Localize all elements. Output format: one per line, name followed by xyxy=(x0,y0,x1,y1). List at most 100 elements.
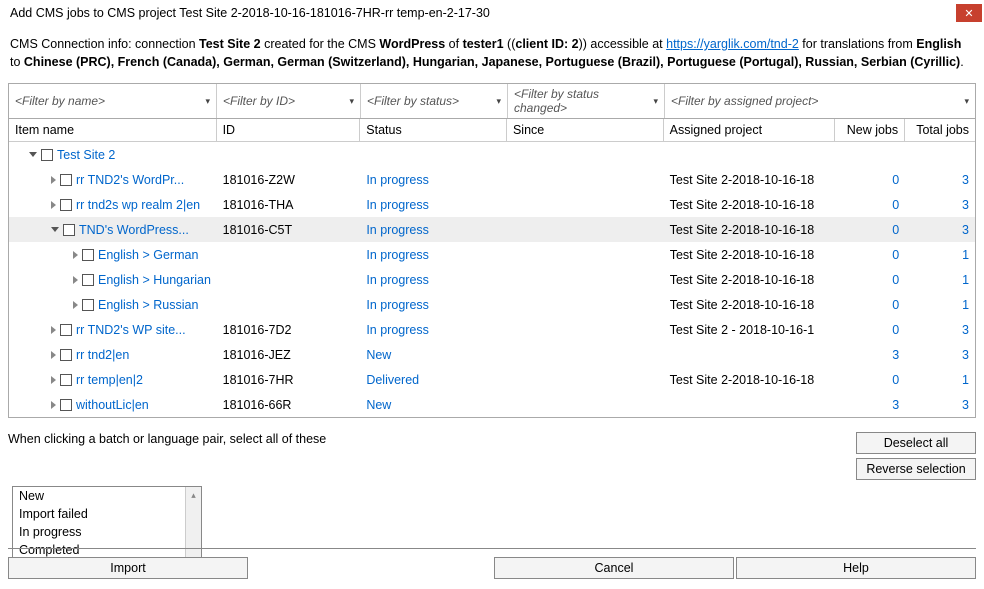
item-newjobs: 0 xyxy=(835,223,905,237)
table-row[interactable]: English > GermanIn progressTest Site 2-2… xyxy=(9,242,975,267)
item-newjobs: 0 xyxy=(835,273,905,287)
help-button[interactable]: Help xyxy=(736,557,976,579)
table-row[interactable]: rr TND2's WordPr...181016-Z2WIn progress… xyxy=(9,167,975,192)
item-project: Test Site 2 - 2018-10-16-1 xyxy=(664,323,836,337)
conn-t: )) accessible at xyxy=(579,37,667,51)
expand-icon[interactable] xyxy=(51,401,56,409)
scroll-up-icon[interactable]: ▴ xyxy=(186,487,201,503)
item-totjobs: 1 xyxy=(905,298,975,312)
item-status: In progress xyxy=(360,298,507,312)
item-totjobs: 3 xyxy=(905,398,975,412)
header-status[interactable]: Status xyxy=(360,119,507,141)
checkbox[interactable] xyxy=(82,299,94,311)
item-newjobs: 0 xyxy=(835,248,905,262)
table-row[interactable]: rr tnd2|en181016-JEZNew33 xyxy=(9,342,975,367)
table-row[interactable]: TND's WordPress...181016-C5TIn progressT… xyxy=(9,217,975,242)
filter-changed-text: <Filter by status changed> xyxy=(514,87,653,115)
checkbox[interactable] xyxy=(60,324,72,336)
expand-icon[interactable] xyxy=(73,301,78,309)
reverse-selection-button[interactable]: Reverse selection xyxy=(856,458,976,480)
expand-icon[interactable] xyxy=(51,176,56,184)
checkbox[interactable] xyxy=(60,174,72,186)
table-row[interactable]: rr TND2's WP site...181016-7D2In progres… xyxy=(9,317,975,342)
item-name: English > Hungarian xyxy=(98,273,211,287)
root-row[interactable]: Test Site 2 xyxy=(9,142,975,167)
filter-id[interactable]: <Filter by ID>▾ xyxy=(217,84,361,118)
item-totjobs: 3 xyxy=(905,173,975,187)
collapse-icon[interactable] xyxy=(29,152,37,157)
conn-cms: WordPress xyxy=(379,37,445,51)
table-row[interactable]: withoutLic|en181016-66RNew33 xyxy=(9,392,975,417)
list-item[interactable]: In progress xyxy=(13,523,201,541)
item-name: rr temp|en|2 xyxy=(76,373,143,387)
expand-icon[interactable] xyxy=(73,276,78,284)
conn-t: . xyxy=(960,55,963,69)
header-id[interactable]: ID xyxy=(217,119,361,141)
item-name: rr tnd2s wp realm 2|en xyxy=(76,198,200,212)
conn-t: for translations from xyxy=(799,37,916,51)
table-row[interactable]: rr temp|en|2181016-7HRDeliveredTest Site… xyxy=(9,367,975,392)
item-name: English > German xyxy=(98,248,198,262)
item-id: 181016-Z2W xyxy=(217,173,361,187)
item-newjobs: 0 xyxy=(835,173,905,187)
item-id: 181016-C5T xyxy=(217,223,361,237)
expand-icon[interactable] xyxy=(51,201,56,209)
header-name[interactable]: Item name xyxy=(9,119,217,141)
expand-icon[interactable] xyxy=(51,326,56,334)
header-newjobs[interactable]: New jobs xyxy=(835,119,905,141)
list-item[interactable]: New xyxy=(13,487,201,505)
filter-status[interactable]: <Filter by status>▾ xyxy=(361,84,508,118)
header-totjobs[interactable]: Total jobs xyxy=(905,119,975,141)
item-totjobs: 1 xyxy=(905,248,975,262)
chevron-down-icon: ▾ xyxy=(653,96,658,107)
root-label: Test Site 2 xyxy=(57,148,115,162)
checkbox[interactable] xyxy=(82,274,94,286)
item-name: withoutLic|en xyxy=(76,398,149,412)
filter-changed[interactable]: <Filter by status changed>▾ xyxy=(508,84,665,118)
jobs-grid: <Filter by name>▾ <Filter by ID>▾ <Filte… xyxy=(8,83,976,418)
conn-t: to xyxy=(10,55,24,69)
header-since[interactable]: Since xyxy=(507,119,664,141)
collapse-icon[interactable] xyxy=(51,227,59,232)
item-status: New xyxy=(360,398,507,412)
item-status: In progress xyxy=(360,323,507,337)
checkbox[interactable] xyxy=(60,349,72,361)
list-item[interactable]: Import failed xyxy=(13,505,201,523)
item-id: 181016-7HR xyxy=(217,373,361,387)
conn-from: English xyxy=(916,37,961,51)
chevron-down-icon: ▾ xyxy=(964,96,969,107)
expand-icon[interactable] xyxy=(51,376,56,384)
checkbox[interactable] xyxy=(82,249,94,261)
checkbox[interactable] xyxy=(60,399,72,411)
table-row[interactable]: English > RussianIn progressTest Site 2-… xyxy=(9,292,975,317)
item-totjobs: 3 xyxy=(905,323,975,337)
filter-name[interactable]: <Filter by name>▾ xyxy=(9,84,217,118)
chevron-down-icon: ▾ xyxy=(496,96,501,107)
checkbox[interactable] xyxy=(41,149,53,161)
checkbox[interactable] xyxy=(63,224,75,236)
item-name: TND's WordPress... xyxy=(79,223,189,237)
item-project: Test Site 2-2018-10-16-18 xyxy=(664,223,836,237)
expand-icon[interactable] xyxy=(51,351,56,359)
checkbox[interactable] xyxy=(60,374,72,386)
import-button[interactable]: Import xyxy=(8,557,248,579)
item-status: In progress xyxy=(360,198,507,212)
checkbox[interactable] xyxy=(60,199,72,211)
header-project[interactable]: Assigned project xyxy=(664,119,836,141)
cancel-button[interactable]: Cancel xyxy=(494,557,734,579)
item-project: Test Site 2-2018-10-16-18 xyxy=(664,173,836,187)
close-button[interactable]: ✕ xyxy=(956,4,982,22)
conn-url-link[interactable]: https://yarglik.com/tnd-2 xyxy=(666,37,799,51)
deselect-all-button[interactable]: Deselect all xyxy=(856,432,976,454)
footer-bar: Import Cancel Help xyxy=(8,548,976,579)
item-id: 181016-THA xyxy=(217,198,361,212)
filter-project-text: <Filter by assigned project> xyxy=(671,94,818,108)
table-row[interactable]: English > HungarianIn progressTest Site … xyxy=(9,267,975,292)
filter-project[interactable]: <Filter by assigned project> ▾ xyxy=(665,84,975,118)
item-project: Test Site 2-2018-10-16-18 xyxy=(664,198,836,212)
table-row[interactable]: rr tnd2s wp realm 2|en 181016-THAIn progr… xyxy=(9,192,975,217)
expand-icon[interactable] xyxy=(73,251,78,259)
conn-t: created for the CMS xyxy=(261,37,380,51)
item-newjobs: 0 xyxy=(835,298,905,312)
conn-t: (( xyxy=(504,37,516,51)
